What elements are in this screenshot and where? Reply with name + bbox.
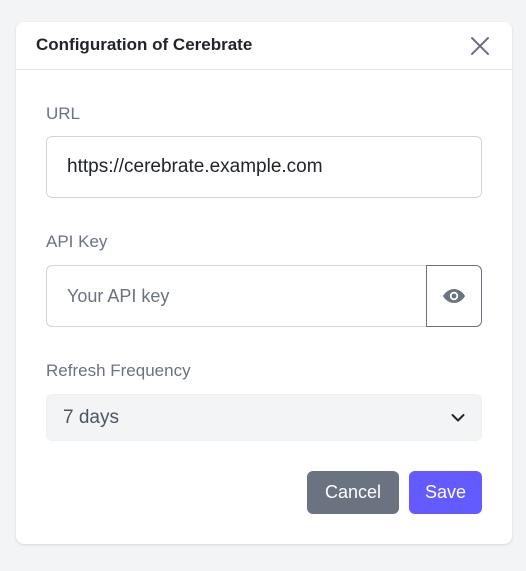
close-icon xyxy=(471,37,489,55)
url-label: URL xyxy=(46,104,81,123)
api-key-label: API Key xyxy=(46,232,108,251)
dialog-header: Configuration of Cerebrate xyxy=(16,22,512,70)
refresh-frequency-select[interactable]: 7 days xyxy=(46,394,482,441)
refresh-frequency-label: Refresh Frequency xyxy=(46,361,191,380)
dialog-title: Configuration of Cerebrate xyxy=(36,35,253,54)
cancel-button[interactable]: Cancel xyxy=(307,471,399,514)
show-api-key-button[interactable] xyxy=(426,265,482,327)
chevron-down-icon xyxy=(451,413,465,421)
url-input[interactable] xyxy=(46,136,482,198)
close-button[interactable] xyxy=(468,34,492,58)
api-key-group xyxy=(46,265,482,327)
config-dialog: Configuration of Cerebrate URL API Key R… xyxy=(16,22,512,544)
eye-icon xyxy=(443,289,465,303)
save-button[interactable]: Save xyxy=(409,471,482,514)
api-key-input[interactable] xyxy=(46,265,426,327)
refresh-frequency-value: 7 days xyxy=(63,406,119,428)
